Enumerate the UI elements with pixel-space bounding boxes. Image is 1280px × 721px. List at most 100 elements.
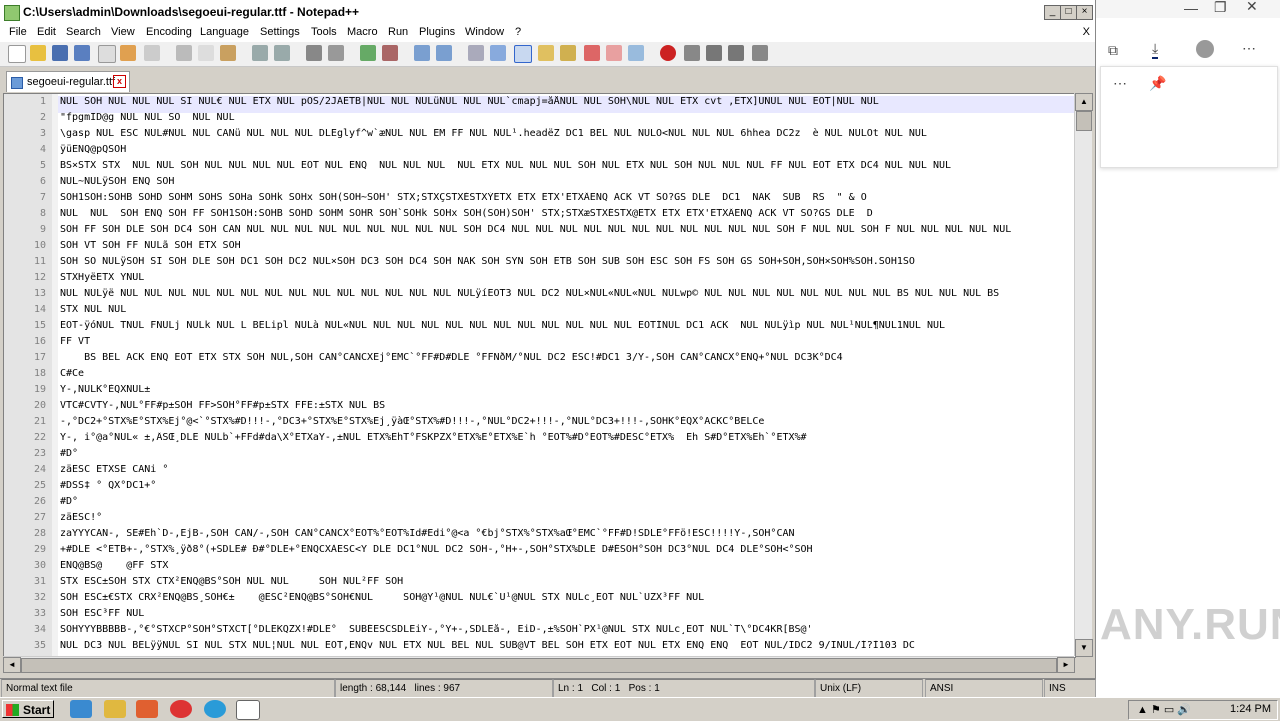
doc-map-icon[interactable]	[560, 45, 576, 61]
play-multiple-icon[interactable]	[728, 45, 744, 61]
open-file-icon[interactable]	[30, 45, 46, 61]
close-icon[interactable]: ✕	[1246, 0, 1258, 15]
text-line[interactable]: Y-, i°@a°NUL« ±,ÂŠŒ¸DLE NULb`+FFd#da\X°E…	[60, 432, 1072, 443]
start-button[interactable]: Start	[2, 700, 54, 718]
text-line[interactable]: NUL DC3 NUL BELÿÿNUL SI NUL STX NUL¦NUL …	[60, 640, 1072, 651]
text-line[interactable]: STX ESC±SOH STX CTX²ENQ@BS°SOH NUL NUL S…	[60, 576, 1072, 587]
downloads-more-icon[interactable]: ⋯	[1113, 75, 1127, 92]
stop-record-icon[interactable]	[684, 45, 700, 61]
menu-tools[interactable]: Tools	[311, 26, 337, 38]
text-line[interactable]: STXHyëETX YNUL	[60, 272, 1072, 283]
text-line[interactable]: EOT-ÿóNUL TNUL FNULj NULk NUL L BELipl N…	[60, 320, 1072, 331]
chrome-icon[interactable]	[170, 700, 192, 718]
save-icon[interactable]	[52, 45, 68, 61]
text-line[interactable]: SOH1SOH:SOHB SOHD SOHM SOHS SOHa SOHk SO…	[60, 192, 1072, 203]
text-line[interactable]: zäESC ETXŠE CANi °	[60, 464, 1072, 475]
text-line[interactable]: FF VT	[60, 336, 1072, 347]
scroll-down-icon[interactable]: ▼	[1075, 639, 1093, 657]
horizontal-scrollbar[interactable]: ◄ ►	[3, 656, 1075, 673]
menu-window[interactable]: Window	[465, 26, 504, 38]
text-line[interactable]: BS BEL ACK ENQ EOT ETX STX SOH NUL,SOH C…	[60, 352, 1072, 363]
pin-icon[interactable]: 📌	[1149, 75, 1166, 92]
ie-icon[interactable]	[70, 700, 92, 718]
word-wrap-icon[interactable]	[468, 45, 484, 61]
text-line[interactable]: VTC#CVTY-,NUL°FF#p±SOH FF>SOH°FF#p±STX F…	[60, 400, 1072, 411]
text-line[interactable]: "fpgmID@g NUL NUL SO NUL NUL	[60, 112, 1072, 123]
menu-encoding[interactable]: Encoding	[146, 26, 192, 38]
text-line[interactable]: NUL NUL SOH ENQ SOH FF SOH1SOH:SOHB SOHD…	[60, 208, 1072, 219]
profile-avatar-icon[interactable]	[1196, 40, 1214, 58]
find-icon[interactable]	[306, 45, 322, 61]
text-line[interactable]: ENQ@BS@ @FF STX	[60, 560, 1072, 571]
menu-language[interactable]: Language	[200, 26, 249, 38]
replace-icon[interactable]	[328, 45, 344, 61]
zoom-out-icon[interactable]	[382, 45, 398, 61]
downloads-icon[interactable]: ⤓	[1152, 40, 1159, 59]
menu-run[interactable]: Run	[388, 26, 408, 38]
udl-icon[interactable]	[538, 45, 554, 61]
text-line[interactable]: #D°	[60, 448, 1072, 459]
text-line[interactable]: SOH ESC³FF NUL	[60, 608, 1072, 619]
record-macro-icon[interactable]	[660, 45, 676, 61]
text-line[interactable]: BS×STX STX NUL NUL SOH NUL NUL NUL NUL E…	[60, 160, 1072, 171]
text-line[interactable]: ÿüENQ@pQSOH	[60, 144, 1072, 155]
new-file-icon[interactable]	[8, 45, 26, 63]
save-all-icon[interactable]	[74, 45, 90, 61]
vertical-scroll-thumb[interactable]	[1076, 111, 1092, 131]
show-all-chars-icon[interactable]	[490, 45, 506, 61]
minimize-button[interactable]: _	[1044, 5, 1061, 20]
text-line[interactable]: STX NUL NUL	[60, 304, 1072, 315]
monitoring-icon[interactable]	[628, 45, 644, 61]
close-icon[interactable]	[98, 45, 116, 63]
menu-view[interactable]: View	[111, 26, 135, 38]
text-line[interactable]: SOH FF SOH DLE SOH DC4 SOH CAN NUL NUL N…	[60, 224, 1072, 235]
close-all-icon[interactable]	[120, 45, 136, 61]
tray-icons[interactable]: ▲ ⚑ ▭ 🔊	[1137, 703, 1191, 716]
save-macro-icon[interactable]	[752, 45, 768, 61]
text-line[interactable]: #DŠŠ‡ ° QX°DC1+°	[60, 480, 1072, 491]
text-line[interactable]: SOH ESC±€STX CRX²ENQ@BS¸SOH€± @ESC²ENQ@B…	[60, 592, 1072, 603]
text-line[interactable]: -,°DC2+°STX%E°STX%Ej°@<`°STX%#D!!!-,°DC3…	[60, 416, 1072, 427]
close-document-button[interactable]: X	[1083, 26, 1090, 38]
scroll-up-icon[interactable]: ▲	[1075, 93, 1093, 111]
restore-icon[interactable]: ❐	[1214, 0, 1227, 16]
menu-macro[interactable]: Macro	[347, 26, 378, 38]
menu-search[interactable]: Search	[66, 26, 101, 38]
redo-icon[interactable]	[274, 45, 290, 61]
title-bar[interactable]: C:\Users\admin\Downloads\segoeui-regular…	[0, 0, 1095, 25]
notepadpp-taskbar-icon[interactable]	[236, 700, 260, 720]
scroll-left-icon[interactable]: ◄	[3, 657, 21, 673]
play-macro-icon[interactable]	[706, 45, 722, 61]
text-line[interactable]: NUL SOH NUL NUL NUL SI NUL€ NUL ETX NUL …	[60, 96, 1072, 107]
text-line[interactable]: SOH SO NULÿSOH SI SOH DLE SOH DC1 SOH DC…	[60, 256, 1072, 267]
text-line[interactable]: zaYYYCAN-, ŠE#Eh`D-,EjB-,SOH CAN/-,SOH C…	[60, 528, 1072, 539]
print-icon[interactable]	[144, 45, 160, 61]
horizontal-scroll-thumb[interactable]	[21, 658, 1057, 673]
menu-settings[interactable]: Settings	[260, 26, 300, 38]
text-line[interactable]: SOHYYYBBBBB-,°€°STXCP°SOH°STXCT[°DLEKQZX…	[60, 624, 1072, 635]
menu-file[interactable]: File	[9, 26, 27, 38]
copy-icon[interactable]	[198, 45, 214, 61]
text-line[interactable]: #D°	[60, 496, 1072, 507]
undo-icon[interactable]	[252, 45, 268, 61]
more-menu-icon[interactable]: ⋯	[1242, 40, 1256, 57]
menu-plugins[interactable]: Plugins	[419, 26, 455, 38]
vertical-scrollbar[interactable]: ▲ ▼	[1074, 93, 1093, 657]
status-insert-mode[interactable]: INS	[1044, 679, 1096, 698]
minimize-icon[interactable]: —	[1184, 0, 1198, 16]
tab-segoeui-regular[interactable]: segoeui-regular.ttf x	[6, 71, 130, 92]
clock[interactable]: 1:24 PM	[1230, 703, 1271, 715]
cut-icon[interactable]	[176, 45, 192, 61]
folder-workspace-icon[interactable]	[606, 45, 622, 61]
text-line[interactable]: NUL NULÿë NUL NUL NUL NUL NUL NUL NUL NU…	[60, 288, 1072, 299]
text-line[interactable]: \gasp NUL ESC NUL#NUL NUL CANü NUL NUL N…	[60, 128, 1072, 139]
zoom-in-icon[interactable]	[360, 45, 376, 61]
text-line[interactable]: +#DLE <°ETB+-,°STX%¸ÿð8°(+ŠDLE# Ð#°DLE+°…	[60, 544, 1072, 555]
function-list-icon[interactable]	[584, 45, 600, 61]
text-line[interactable]: zäESC!°	[60, 512, 1072, 523]
indent-guide-icon[interactable]	[514, 45, 532, 63]
tab-close-icon[interactable]: x	[113, 75, 126, 88]
status-eol[interactable]: Unix (LF)	[815, 679, 923, 698]
edge-icon[interactable]	[204, 700, 226, 718]
paste-icon[interactable]	[220, 45, 236, 61]
